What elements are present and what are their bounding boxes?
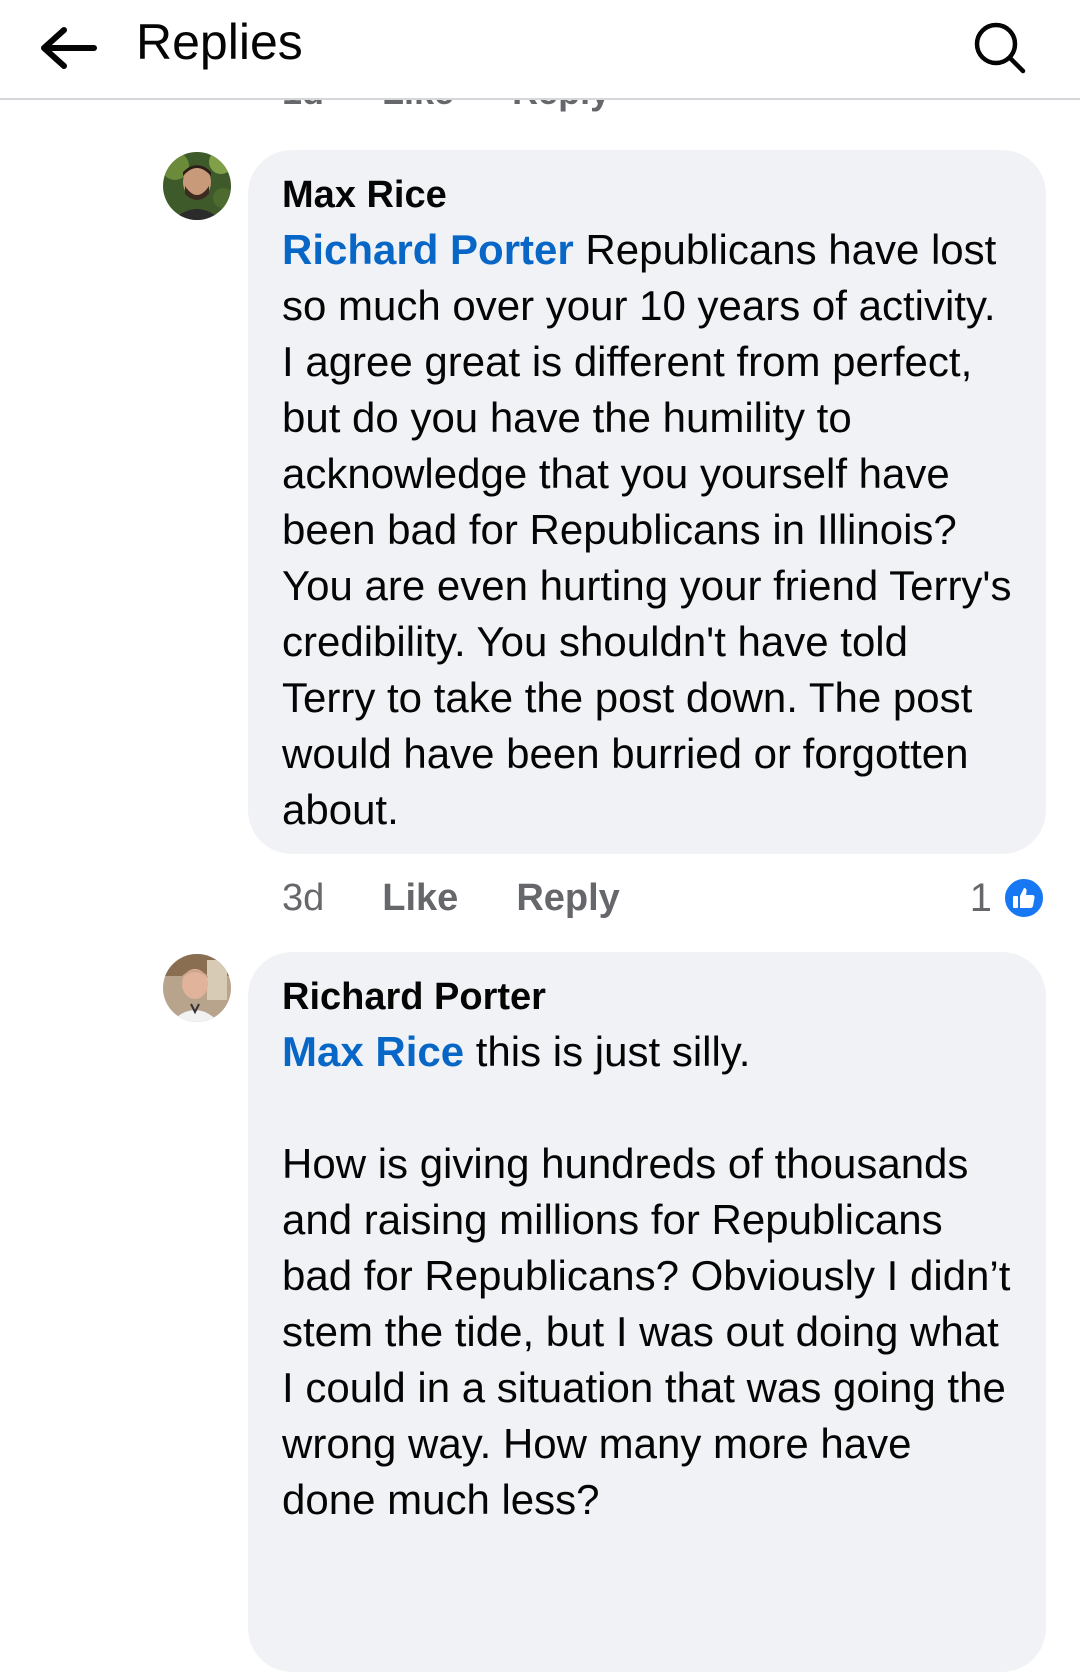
search-button[interactable] — [960, 8, 1040, 88]
arrow-left-icon — [41, 27, 97, 69]
avatar[interactable] — [163, 954, 231, 1022]
comment-body: this is just silly. How is giving hundre… — [282, 1028, 1011, 1523]
top-bar: Replies — [0, 0, 1080, 100]
comment-actions: 3d Like Reply — [282, 870, 620, 926]
comment-time: 3d — [282, 876, 325, 919]
mention-link[interactable]: Richard Porter — [282, 226, 574, 273]
comment-bubble[interactable]: Richard Porter Max Rice this is just sil… — [248, 952, 1046, 1672]
avatar[interactable] — [163, 152, 231, 220]
reply-button[interactable]: Reply — [516, 877, 619, 920]
comment-bubble[interactable]: Max Rice Richard Porter Republicans have… — [248, 150, 1046, 854]
comment-author[interactable]: Max Rice — [282, 170, 1012, 220]
mention-link[interactable]: Max Rice — [282, 1028, 464, 1075]
comment-body: Republicans have lost so much over your … — [282, 226, 1024, 833]
back-button[interactable] — [32, 12, 104, 84]
search-icon — [974, 22, 1026, 74]
comment-author[interactable]: Richard Porter — [282, 972, 1012, 1022]
comment-text: Richard Porter Republicans have lost so … — [282, 222, 1012, 838]
comment-text: Max Rice this is just silly. How is givi… — [282, 1024, 1012, 1528]
reaction-count: 1 — [969, 875, 992, 920]
reaction-summary[interactable]: 1 — [970, 870, 1046, 926]
page-title: Replies — [136, 14, 303, 70]
thumbs-up-icon — [1002, 876, 1046, 920]
like-button[interactable]: Like — [382, 877, 458, 920]
